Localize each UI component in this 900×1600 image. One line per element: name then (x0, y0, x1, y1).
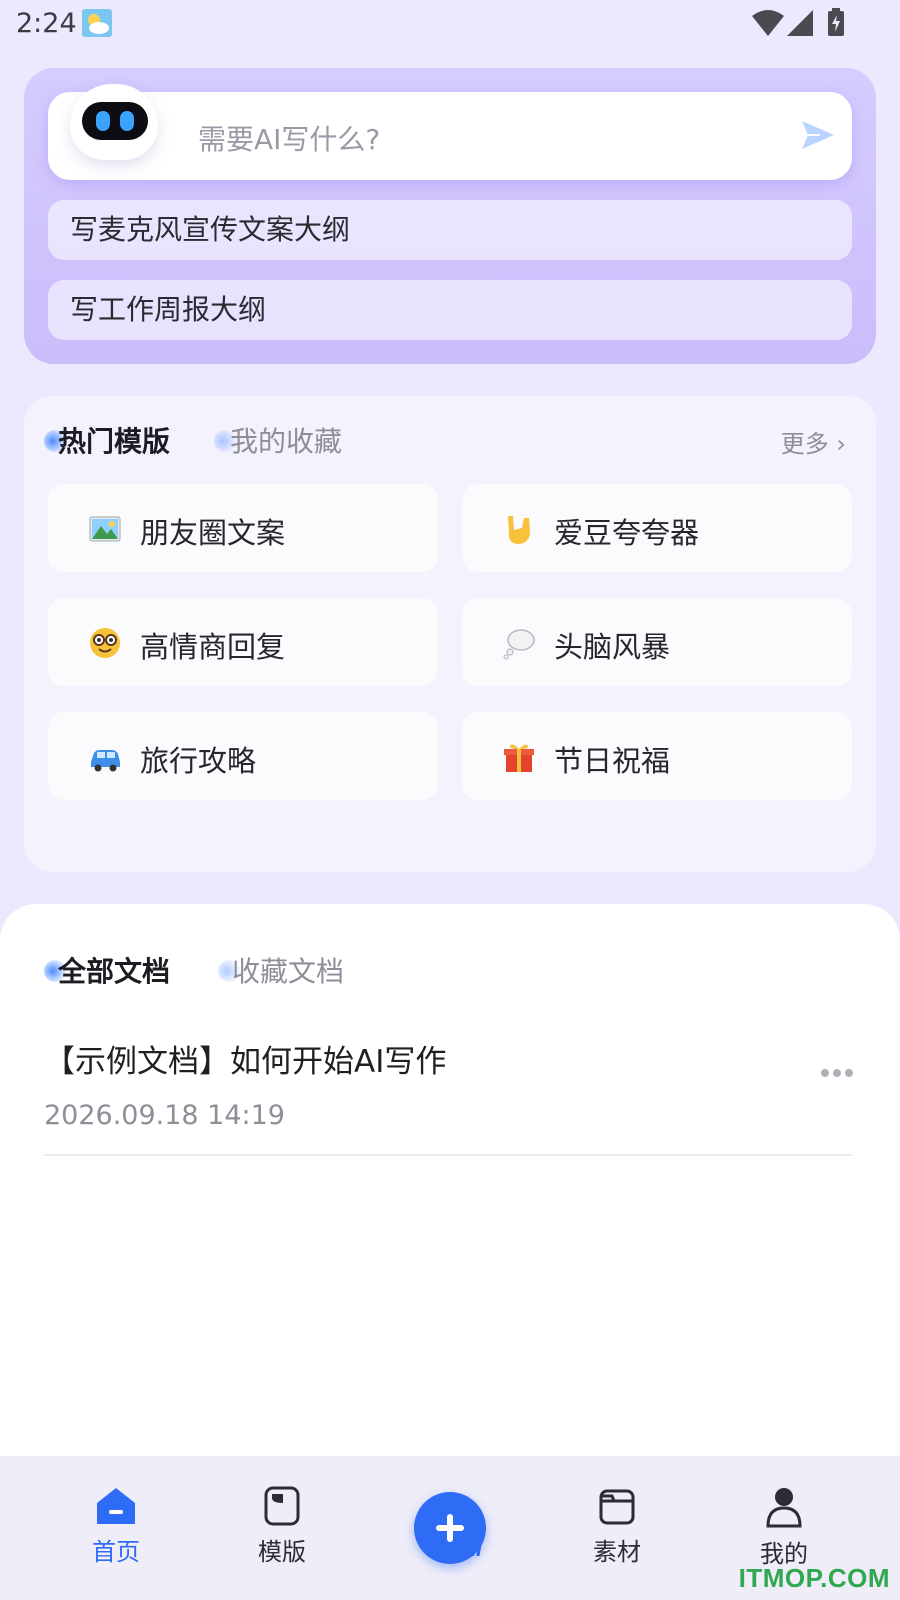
suggestion-chip[interactable]: 写麦克风宣传文案大纲 (48, 200, 852, 260)
weather-icon (82, 9, 112, 37)
more-label: 更多 (780, 430, 829, 458)
home-icon (97, 1488, 135, 1524)
nav-label: 首页 (92, 1538, 140, 1566)
nav-label: 模版 (258, 1538, 306, 1566)
template-label: 头脑风暴 (554, 630, 671, 664)
template-tile[interactable]: 爱豆夸夸器 (462, 484, 852, 572)
ai-prompt-placeholder: 需要AI写什么? (198, 123, 381, 156)
nav-materials[interactable]: 素材 (567, 1486, 667, 1586)
template-tile[interactable]: 节日祝福 (462, 712, 852, 800)
robot-avatar-icon (70, 84, 158, 160)
template-label: 旅行攻略 (140, 744, 257, 778)
suggestion-chip[interactable]: 写工作周报大纲 (48, 280, 852, 340)
car-icon (91, 750, 120, 772)
ai-create-button[interactable]: AI (414, 1492, 486, 1564)
nerd-face-icon (90, 628, 120, 658)
tab-all-documents[interactable]: 全部文档 (58, 950, 170, 990)
ai-prompt-card: 需要AI写什么? 写麦克风宣传文案大纲 写工作周报大纲 (24, 68, 876, 364)
nav-label: 素材 (593, 1538, 641, 1566)
gift-icon (504, 744, 534, 772)
template-tile[interactable]: 头脑风暴 (462, 598, 852, 686)
tab-my-favorites[interactable]: 我的收藏 (230, 420, 342, 460)
thought-bubble-icon (503, 629, 535, 660)
template-tile[interactable]: 旅行攻略 (48, 712, 438, 800)
nav-templates[interactable]: 模版 (232, 1486, 332, 1586)
chevron-right-icon: › (836, 430, 846, 458)
status-bar: 2:24 (0, 0, 900, 48)
tab-favorite-documents[interactable]: 收藏文档 (232, 950, 344, 990)
send-icon[interactable] (800, 117, 836, 153)
document-time: 2026.09.18 14:19 (44, 1100, 285, 1131)
landscape-photo-icon (89, 516, 121, 542)
rock-hand-icon (508, 516, 530, 544)
battery-icon (828, 8, 844, 36)
status-time: 2:24 (16, 8, 77, 39)
nav-home[interactable]: 首页 (66, 1486, 166, 1586)
folder-icon (599, 1489, 635, 1525)
more-link[interactable]: 更多 › (781, 424, 846, 459)
documents-sheet: 全部文档 收藏文档 【示例文档】如何开始AI写作 2026.09.18 14:1… (0, 904, 900, 1456)
divider (44, 1154, 852, 1156)
templates-card: 热门模版 我的收藏 更多 › 朋友圈文案 爱豆夸夸器 高情商回复 头脑风暴 旅行… (24, 396, 876, 872)
template-icon (264, 1486, 300, 1526)
tab-hot-templates[interactable]: 热门模版 (58, 420, 170, 460)
signal-icon (787, 10, 813, 36)
bottom-nav: 首页 模版 AI 素材 我的 ITMOP.COM (0, 1456, 900, 1600)
wifi-icon (752, 10, 784, 36)
template-label: 爱豆夸夸器 (554, 516, 700, 550)
person-icon (766, 1488, 802, 1528)
document-title: 【示例文档】如何开始AI写作 (44, 1044, 447, 1080)
ai-prompt-input[interactable]: 需要AI写什么? (48, 84, 852, 180)
template-label: 节日祝福 (554, 744, 671, 778)
more-options-icon[interactable] (820, 1068, 854, 1078)
template-label: 高情商回复 (140, 630, 286, 664)
watermark: ITMOP.COM (738, 1563, 890, 1593)
template-tile[interactable]: 高情商回复 (48, 598, 438, 686)
template-tile[interactable]: 朋友圈文案 (48, 484, 438, 572)
template-label: 朋友圈文案 (140, 516, 286, 550)
ai-label: AI (460, 1536, 482, 1561)
